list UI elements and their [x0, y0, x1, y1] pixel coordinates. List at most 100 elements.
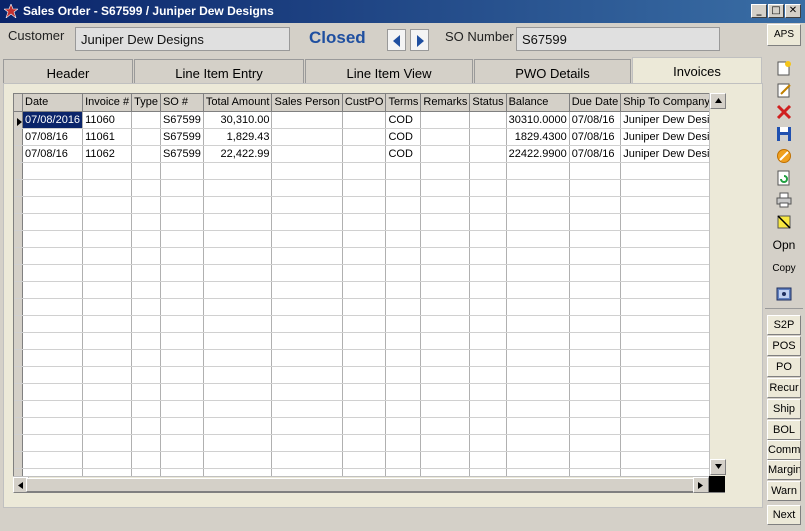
grid-cell[interactable]: [160, 400, 204, 418]
grid-cell[interactable]: [271, 400, 343, 418]
grid-cell[interactable]: [469, 145, 507, 163]
grid-cell[interactable]: COD: [385, 128, 422, 146]
grid-cell[interactable]: [506, 366, 570, 384]
grid-cell[interactable]: [203, 383, 273, 401]
grid-cell[interactable]: [82, 332, 133, 350]
grid-cell[interactable]: [160, 162, 204, 180]
grid-cell[interactable]: 07/08/16: [22, 128, 84, 146]
grid-cell[interactable]: [569, 230, 622, 248]
grid-cell[interactable]: [569, 298, 622, 316]
grid-cell[interactable]: [506, 349, 570, 367]
previous-record-button[interactable]: [387, 29, 406, 51]
grid-cell[interactable]: [506, 162, 570, 180]
grid-cell[interactable]: [203, 230, 273, 248]
cancel-button[interactable]: [771, 146, 797, 166]
row-header[interactable]: [14, 213, 23, 231]
row-header[interactable]: [14, 196, 23, 214]
grid-cell[interactable]: 1,829.43: [203, 128, 273, 146]
grid-cell[interactable]: [342, 417, 387, 435]
grid-cell[interactable]: [385, 196, 422, 214]
grid-cell[interactable]: [569, 179, 622, 197]
grid-cell[interactable]: [469, 417, 507, 435]
grid-cell[interactable]: [569, 213, 622, 231]
grid-cell[interactable]: [160, 366, 204, 384]
grid-cell[interactable]: [271, 417, 343, 435]
grid-cell[interactable]: [203, 213, 273, 231]
grid-cell[interactable]: [131, 196, 161, 214]
grid-cell[interactable]: [131, 315, 161, 333]
grid-cell[interactable]: [160, 213, 204, 231]
grid-cell[interactable]: [506, 332, 570, 350]
grid-cell[interactable]: [385, 264, 422, 282]
grid-cell[interactable]: [342, 162, 387, 180]
col-custpo[interactable]: CustPO: [342, 94, 387, 112]
grid-cell[interactable]: [131, 298, 161, 316]
grid-cell[interactable]: [385, 349, 422, 367]
row-header[interactable]: [14, 349, 23, 367]
grid-cell[interactable]: 07/08/2016: [22, 111, 84, 129]
grid-cell[interactable]: [160, 298, 204, 316]
grid-cell[interactable]: [569, 196, 622, 214]
grid-cell[interactable]: [469, 434, 507, 452]
tab-line-item-view[interactable]: Line Item View: [305, 59, 473, 84]
grid-cell[interactable]: [420, 349, 471, 367]
grid-cell[interactable]: [82, 417, 133, 435]
grid-cell[interactable]: [203, 247, 273, 265]
grid-cell[interactable]: [82, 298, 133, 316]
grid-cell[interactable]: [22, 332, 84, 350]
grid-cell[interactable]: [420, 417, 471, 435]
customer-field[interactable]: Juniper Dew Designs: [75, 27, 290, 51]
grid-cell[interactable]: [506, 298, 570, 316]
grid-cell[interactable]: [160, 315, 204, 333]
grid-cell[interactable]: [469, 247, 507, 265]
grid-cell[interactable]: [469, 128, 507, 146]
grid-cell[interactable]: [506, 247, 570, 265]
table-row[interactable]: 07/08/2016 11060 S67599 30,310.00 COD 30310.0…: [14, 111, 724, 129]
s2p-button[interactable]: S2P: [767, 315, 801, 335]
grid-cell[interactable]: [22, 349, 84, 367]
so-number-field[interactable]: S67599: [516, 27, 720, 51]
grid-cell[interactable]: [342, 145, 387, 163]
grid-cell[interactable]: [82, 434, 133, 452]
grid-cell[interactable]: [342, 332, 387, 350]
grid-cell[interactable]: [569, 315, 622, 333]
row-header[interactable]: [14, 145, 23, 163]
grid-cell[interactable]: [22, 366, 84, 384]
grid-cell[interactable]: [22, 383, 84, 401]
row-header[interactable]: [14, 400, 23, 418]
grid-cell[interactable]: [22, 451, 84, 469]
empty-table-row[interactable]: [14, 434, 724, 452]
maximize-button[interactable]: □: [768, 4, 784, 18]
grid-cell[interactable]: [342, 230, 387, 248]
grid-cell[interactable]: [420, 315, 471, 333]
row-header[interactable]: [14, 264, 23, 282]
grid-cell[interactable]: [131, 247, 161, 265]
grid-cell[interactable]: [569, 162, 622, 180]
grid-cell[interactable]: [160, 264, 204, 282]
grid-cell[interactable]: [342, 179, 387, 197]
grid-cell[interactable]: [131, 451, 161, 469]
grid-cell[interactable]: 07/08/16: [22, 145, 84, 163]
grid-cell[interactable]: [420, 332, 471, 350]
col-so-number[interactable]: SO #: [160, 94, 204, 112]
grid-cell[interactable]: [420, 281, 471, 299]
grid-cell[interactable]: [342, 400, 387, 418]
row-header[interactable]: [14, 128, 23, 146]
grid-cell[interactable]: [271, 264, 343, 282]
grid-cell[interactable]: [160, 434, 204, 452]
grid-cell[interactable]: [131, 179, 161, 197]
tab-header[interactable]: Header: [3, 59, 133, 84]
grid-cell[interactable]: [131, 230, 161, 248]
grid-cell[interactable]: [82, 213, 133, 231]
pos-button[interactable]: POS: [767, 336, 801, 356]
grid-cell[interactable]: [203, 196, 273, 214]
grid-cell[interactable]: [271, 145, 343, 163]
empty-table-row[interactable]: [14, 332, 724, 350]
grid-cell[interactable]: [385, 162, 422, 180]
grid-cell[interactable]: 1829.4300: [506, 128, 570, 146]
grid-cell[interactable]: [506, 179, 570, 197]
col-total-amount[interactable]: Total Amount: [203, 94, 273, 112]
grid-cell[interactable]: [203, 332, 273, 350]
grid-cell[interactable]: [385, 366, 422, 384]
empty-table-row[interactable]: [14, 383, 724, 401]
